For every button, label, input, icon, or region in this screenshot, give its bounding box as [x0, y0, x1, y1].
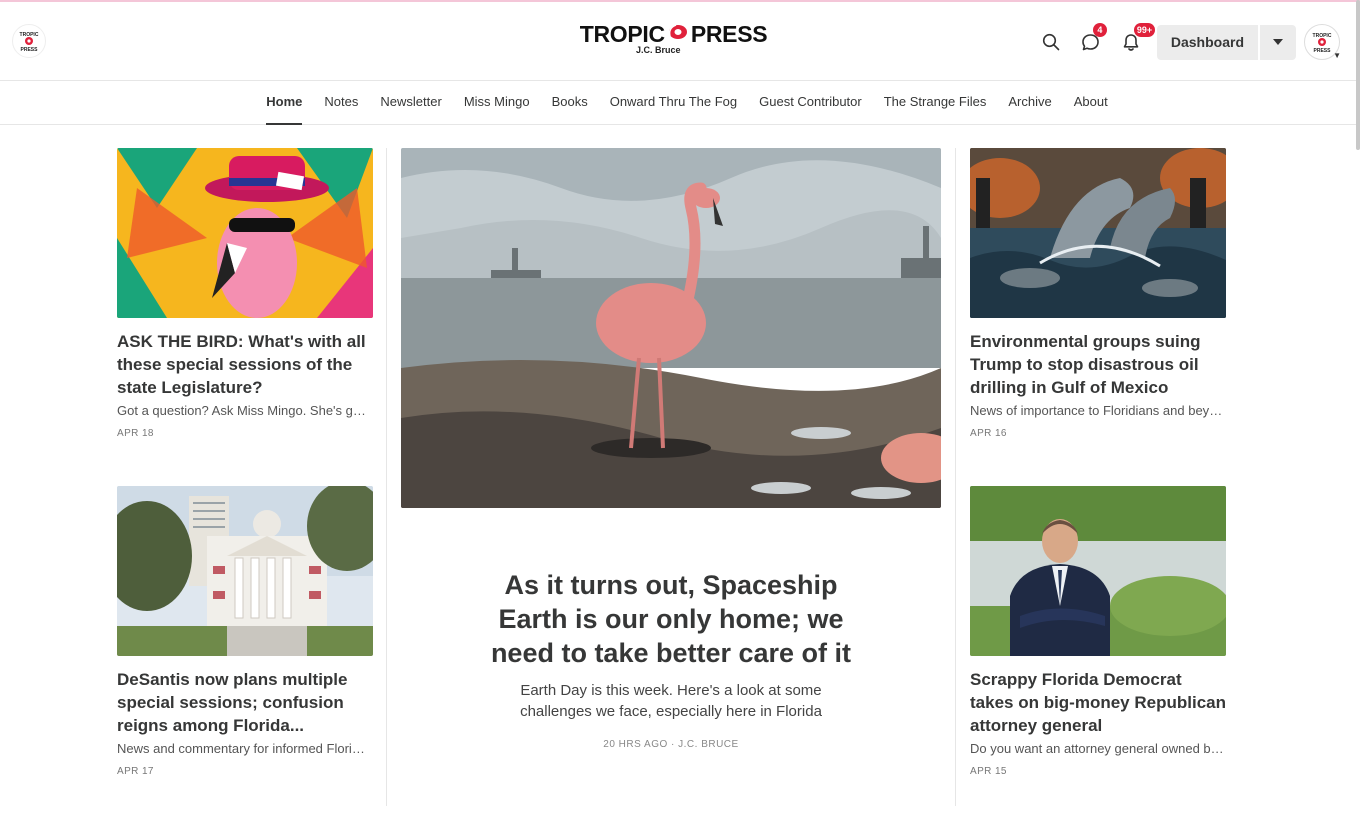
- featured-post-title[interactable]: As it turns out, Spaceship Earth is our …: [486, 568, 856, 670]
- brand-wordmark[interactable]: TROPIC PRESS J.C. Bruce: [580, 22, 768, 55]
- post-subtitle: News of importance to Floridians and bey…: [970, 403, 1224, 418]
- featured-post-subtitle: Earth Day is this week. Here's a look at…: [520, 682, 822, 720]
- avatar-caret-icon: ▼: [1333, 51, 1341, 60]
- nav-item-archive[interactable]: Archive: [997, 81, 1062, 125]
- dashboard-button[interactable]: Dashboard: [1156, 24, 1258, 60]
- post-date: APR 16: [970, 428, 1007, 439]
- nav-item-books[interactable]: Books: [541, 81, 599, 125]
- post-thumbnail-capitol-building[interactable]: [117, 486, 373, 656]
- svg-text:PRESS: PRESS: [21, 47, 39, 53]
- post-subtitle: Got a question? Ask Miss Mingo. She's go…: [117, 403, 371, 418]
- nav-item-home[interactable]: Home: [255, 81, 313, 125]
- post-date: APR 18: [117, 428, 154, 439]
- post-card[interactable]: DeSantis now plans multiple special sess…: [117, 486, 373, 777]
- notifications-button[interactable]: 99+: [1111, 23, 1156, 61]
- featured-post-meta: 20 HRS AGO · J.C. BRUCE: [603, 739, 739, 750]
- post-card[interactable]: Environmental groups suing Trump to stop…: [970, 148, 1226, 439]
- nav-item-about[interactable]: About: [1063, 81, 1119, 125]
- post-thumbnail-candidate-portrait[interactable]: [970, 486, 1226, 656]
- nav-item-miss-mingo[interactable]: Miss Mingo: [453, 81, 541, 125]
- post-title[interactable]: Environmental groups suing Trump to stop…: [970, 330, 1226, 399]
- post-thumbnail-flamingo-hat[interactable]: [117, 148, 373, 318]
- user-avatar[interactable]: TROPIC PRESS ▼: [1304, 24, 1341, 60]
- post-title[interactable]: ASK THE BIRD: What's with all these spec…: [117, 330, 373, 399]
- primary-nav: Home Notes Newsletter Miss Mingo Books Onward…: [0, 81, 1360, 125]
- post-date: APR 17: [117, 766, 154, 777]
- nav-item-onward-thru-the-fog[interactable]: Onward Thru The Fog: [599, 81, 748, 125]
- nav-item-newsletter[interactable]: Newsletter: [369, 81, 452, 125]
- brand-name-left: TROPIC: [579, 21, 665, 47]
- post-title[interactable]: DeSantis now plans multiple special sess…: [117, 668, 373, 737]
- page-scrollbar[interactable]: [1356, 0, 1360, 150]
- avatar-logo-icon: TROPIC PRESS: [1313, 33, 1332, 54]
- post-date: APR 15: [970, 766, 1007, 777]
- messages-button[interactable]: 4: [1071, 23, 1111, 61]
- brand-name-right: PRESS: [690, 21, 768, 47]
- dashboard-menu-button[interactable]: [1260, 24, 1296, 60]
- post-thumbnail-dolphins-oil-rigs[interactable]: [970, 148, 1226, 318]
- nav-item-notes[interactable]: Notes: [313, 81, 369, 125]
- post-title[interactable]: Scrappy Florida Democrat takes on big-mo…: [970, 668, 1226, 737]
- post-card[interactable]: ASK THE BIRD: What's with all these spec…: [117, 148, 373, 439]
- post-card[interactable]: Scrappy Florida Democrat takes on big-mo…: [970, 486, 1226, 777]
- featured-post[interactable]: As it turns out, Spaceship Earth is our …: [401, 148, 941, 750]
- nav-item-guest-contributor[interactable]: Guest Contributor: [748, 81, 873, 125]
- publication-logo-icon[interactable]: TROPIC PRESS: [12, 24, 46, 58]
- post-subtitle: News and commentary for informed Floridi…: [117, 741, 371, 756]
- search-icon: [1042, 33, 1060, 51]
- nav-item-the-strange-files[interactable]: The Strange Files: [873, 81, 998, 125]
- column-divider-right: [955, 148, 956, 806]
- search-button[interactable]: [1031, 23, 1071, 61]
- messages-badge: 4: [1092, 23, 1107, 37]
- caret-down-icon: [1273, 39, 1283, 45]
- svg-text:PRESS: PRESS: [1314, 48, 1332, 54]
- hurricane-icon: [667, 22, 689, 46]
- site-header: TROPIC PRESS TROPIC PRESS J.C. Bruce 4 9…: [0, 2, 1360, 81]
- featured-image-oil-flamingo[interactable]: [401, 148, 941, 508]
- post-subtitle: Do you want an attorney general owned by…: [970, 741, 1224, 756]
- column-divider-left: [386, 148, 387, 806]
- notifications-badge: 99+: [1133, 23, 1156, 37]
